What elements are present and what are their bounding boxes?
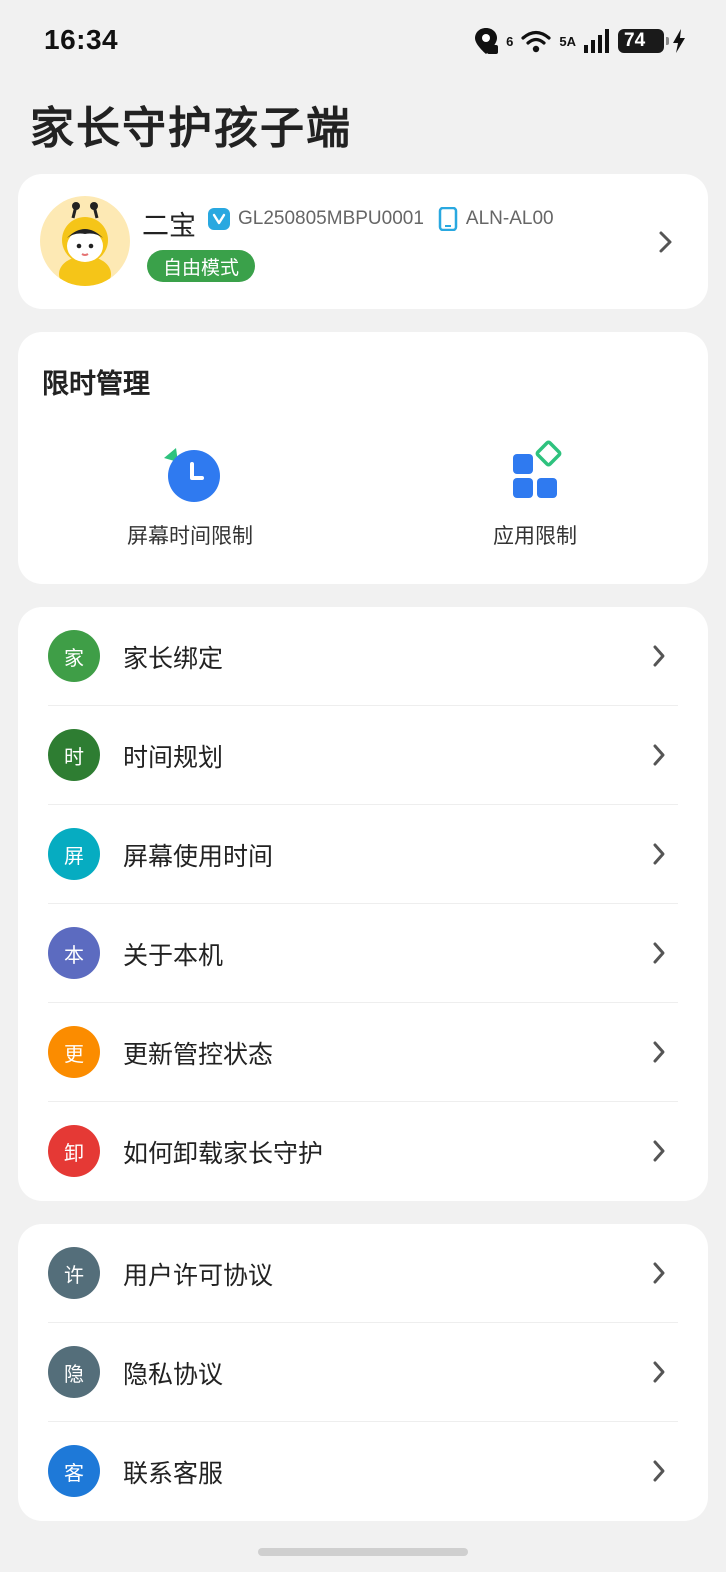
screen-usage-time-icon: 屏	[48, 828, 100, 880]
menu-item-label: 如何卸载家长守护	[123, 1139, 324, 1168]
tablet-icon	[438, 207, 458, 231]
menu-item-label: 关于本机	[123, 941, 224, 970]
menu-item-label: 隐私协议	[123, 1360, 224, 1389]
chevron-right-icon	[653, 1041, 665, 1063]
avatar	[40, 196, 130, 286]
mode-badge: 自由模式	[147, 250, 256, 282]
time-management-card: 限时管理 屏幕时间限制 应用限制	[18, 332, 708, 584]
menu-item-user-license[interactable]: 许用户许可协议	[18, 1224, 708, 1323]
menu-item-update-control-status[interactable]: 更更新管控状态	[18, 1003, 708, 1102]
feature-label: 应用限制	[493, 524, 577, 548]
chevron-right-icon	[653, 1140, 665, 1162]
apps-icon	[513, 440, 562, 498]
menu-item-label: 时间规划	[123, 743, 224, 772]
menu-item-label: 家长绑定	[123, 644, 224, 673]
user-license-icon: 许	[48, 1247, 100, 1299]
location-icon	[475, 28, 499, 54]
network-5a-label: 5A	[559, 33, 576, 49]
privacy-policy-icon: 隐	[48, 1346, 100, 1398]
about-device-icon: 本	[48, 927, 100, 979]
status-icons: 6 5A 74	[474, 26, 686, 56]
app-limit-button[interactable]: 应用限制	[435, 440, 635, 550]
status-time: 16:34	[44, 24, 119, 55]
clock-icon	[164, 448, 220, 502]
uninstall-guide-icon: 卸	[48, 1125, 100, 1177]
page-title: 家长守护孩子端	[30, 103, 352, 154]
signal-icon	[584, 29, 609, 53]
status-bar: 16:34 6 5A 74	[0, 0, 726, 80]
update-control-status-icon: 更	[48, 1026, 100, 1078]
battery-icon: 74	[618, 29, 669, 53]
menu-item-parent-binding[interactable]: 家家长绑定	[18, 607, 708, 706]
main-menu-card: 家家长绑定时时间规划屏屏幕使用时间本关于本机更更新管控状态卸如何卸载家长守护	[18, 607, 708, 1201]
menu-item-label: 联系客服	[123, 1459, 224, 1488]
chevron-right-icon	[653, 645, 665, 667]
contact-support-icon: 客	[48, 1445, 100, 1497]
menu-item-time-planning[interactable]: 时时间规划	[18, 706, 708, 805]
device-id: GL250805MBPU0001	[238, 208, 424, 229]
chevron-right-icon	[653, 843, 665, 865]
battery-level: 74	[624, 30, 646, 51]
menu-item-contact-support[interactable]: 客联系客服	[18, 1422, 708, 1521]
menu-item-uninstall-guide[interactable]: 卸如何卸载家长守护	[18, 1102, 708, 1201]
screen-time-limit-button[interactable]: 屏幕时间限制	[90, 440, 290, 550]
chevron-right-icon	[653, 1262, 665, 1284]
charging-icon	[673, 29, 685, 53]
menu-item-label: 屏幕使用时间	[123, 842, 274, 871]
menu-item-privacy-policy[interactable]: 隐隐私协议	[18, 1323, 708, 1422]
chevron-right-icon	[653, 1361, 665, 1383]
menu-item-about-device[interactable]: 本关于本机	[18, 904, 708, 1003]
device-info: GL250805MBPU0001 ALN-AL00	[208, 207, 554, 231]
child-name: 二宝	[142, 211, 196, 242]
profile-card[interactable]: 二宝 GL250805MBPU0001 ALN-AL00 自由模式	[18, 174, 708, 309]
chevron-right-icon	[653, 942, 665, 964]
network-6-label: 6	[506, 33, 514, 49]
home-indicator[interactable]	[258, 1548, 468, 1556]
device-model: ALN-AL00	[465, 208, 554, 229]
verified-icon	[208, 208, 230, 230]
chevron-right-icon	[653, 744, 665, 766]
time-planning-icon: 时	[48, 729, 100, 781]
section-title: 限时管理	[42, 369, 150, 400]
info-menu-card: 许用户许可协议隐隐私协议客联系客服	[18, 1224, 708, 1521]
parent-binding-icon: 家	[48, 630, 100, 682]
menu-item-screen-usage-time[interactable]: 屏屏幕使用时间	[18, 805, 708, 904]
wifi-icon	[521, 30, 551, 53]
feature-label: 屏幕时间限制	[127, 524, 253, 548]
chevron-right-icon	[659, 231, 672, 253]
chevron-right-icon	[653, 1460, 665, 1482]
menu-item-label: 更新管控状态	[123, 1040, 274, 1069]
menu-item-label: 用户许可协议	[123, 1261, 274, 1290]
